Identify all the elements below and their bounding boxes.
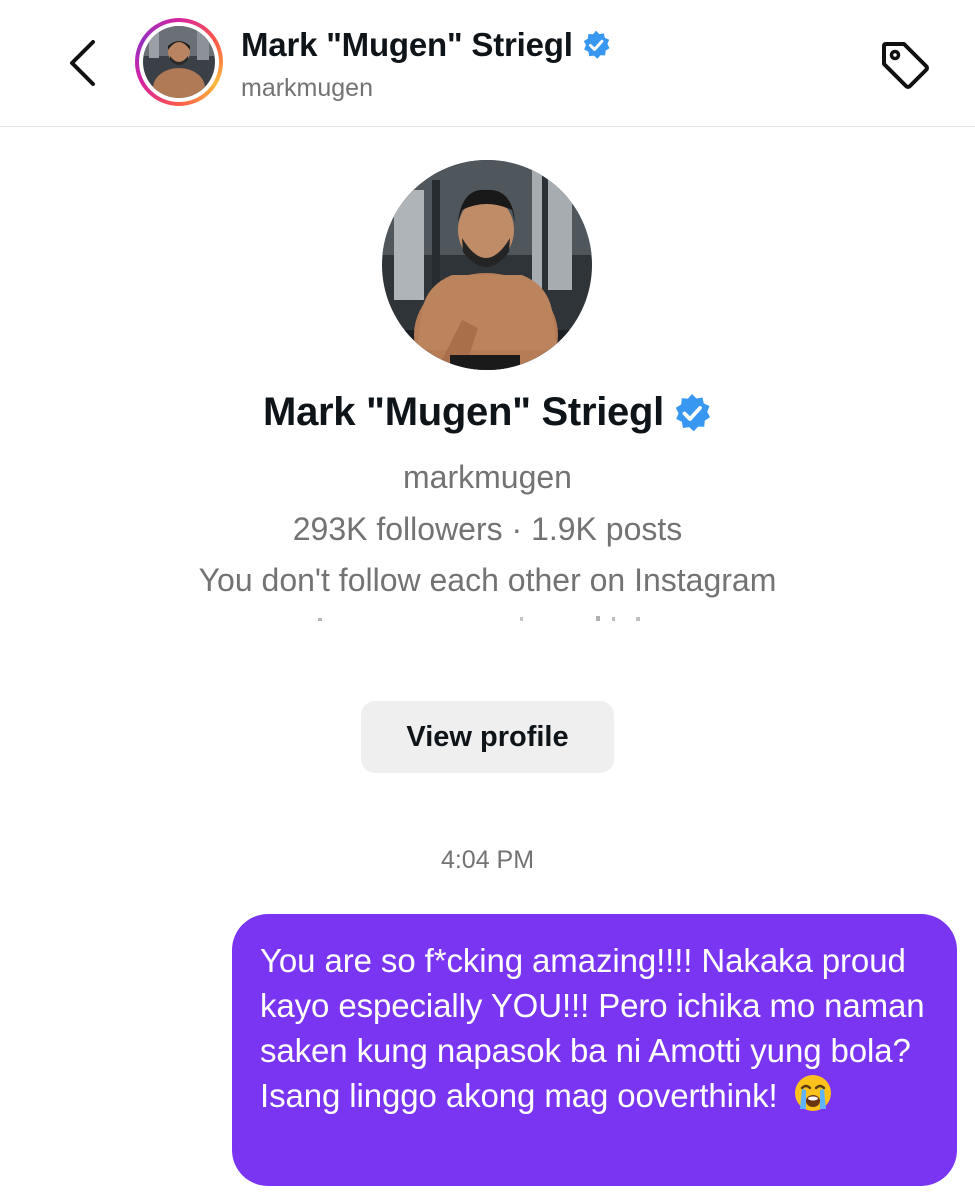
profile-name-text: Mark "Mugen" Striegl — [263, 390, 664, 434]
header-title[interactable]: Mark "Mugen" Striegl — [241, 26, 611, 64]
tag-icon — [882, 42, 929, 89]
header-name-text: Mark "Mugen" Striegl — [241, 26, 573, 63]
profile-name: Mark "Mugen" Striegl — [0, 390, 975, 435]
message-timestamp: 4:04 PM — [440, 846, 535, 874]
conversation-header: Mark "Mugen" Striegl markmugen — [0, 0, 975, 127]
header-handle: markmugen — [241, 74, 373, 102]
clipped-text-line — [0, 612, 975, 626]
follow-status-text: You don't follow each other on Instagram — [198, 562, 777, 598]
profile-handle: markmugen — [403, 459, 572, 495]
tag-button[interactable] — [872, 34, 938, 96]
sent-message-bubble[interactable]: You are so f*cking amazing!!!! Nakaka pr… — [232, 914, 957, 1186]
profile-stats: 293K followers · 1.9K posts — [292, 511, 683, 547]
view-profile-button[interactable]: View profile — [361, 701, 614, 773]
header-avatar-story-ring[interactable] — [135, 18, 223, 106]
verified-badge-icon — [675, 393, 710, 431]
chevron-left-icon — [70, 40, 95, 86]
loudly-crying-face-icon — [793, 1073, 833, 1124]
dm-conversation-screen: Mark "Mugen" Striegl markmugen Mark "Mug… — [0, 0, 975, 1200]
profile-avatar[interactable] — [382, 160, 592, 370]
header-avatar — [143, 26, 215, 98]
back-button[interactable] — [52, 30, 112, 96]
verified-badge-icon — [583, 30, 610, 59]
